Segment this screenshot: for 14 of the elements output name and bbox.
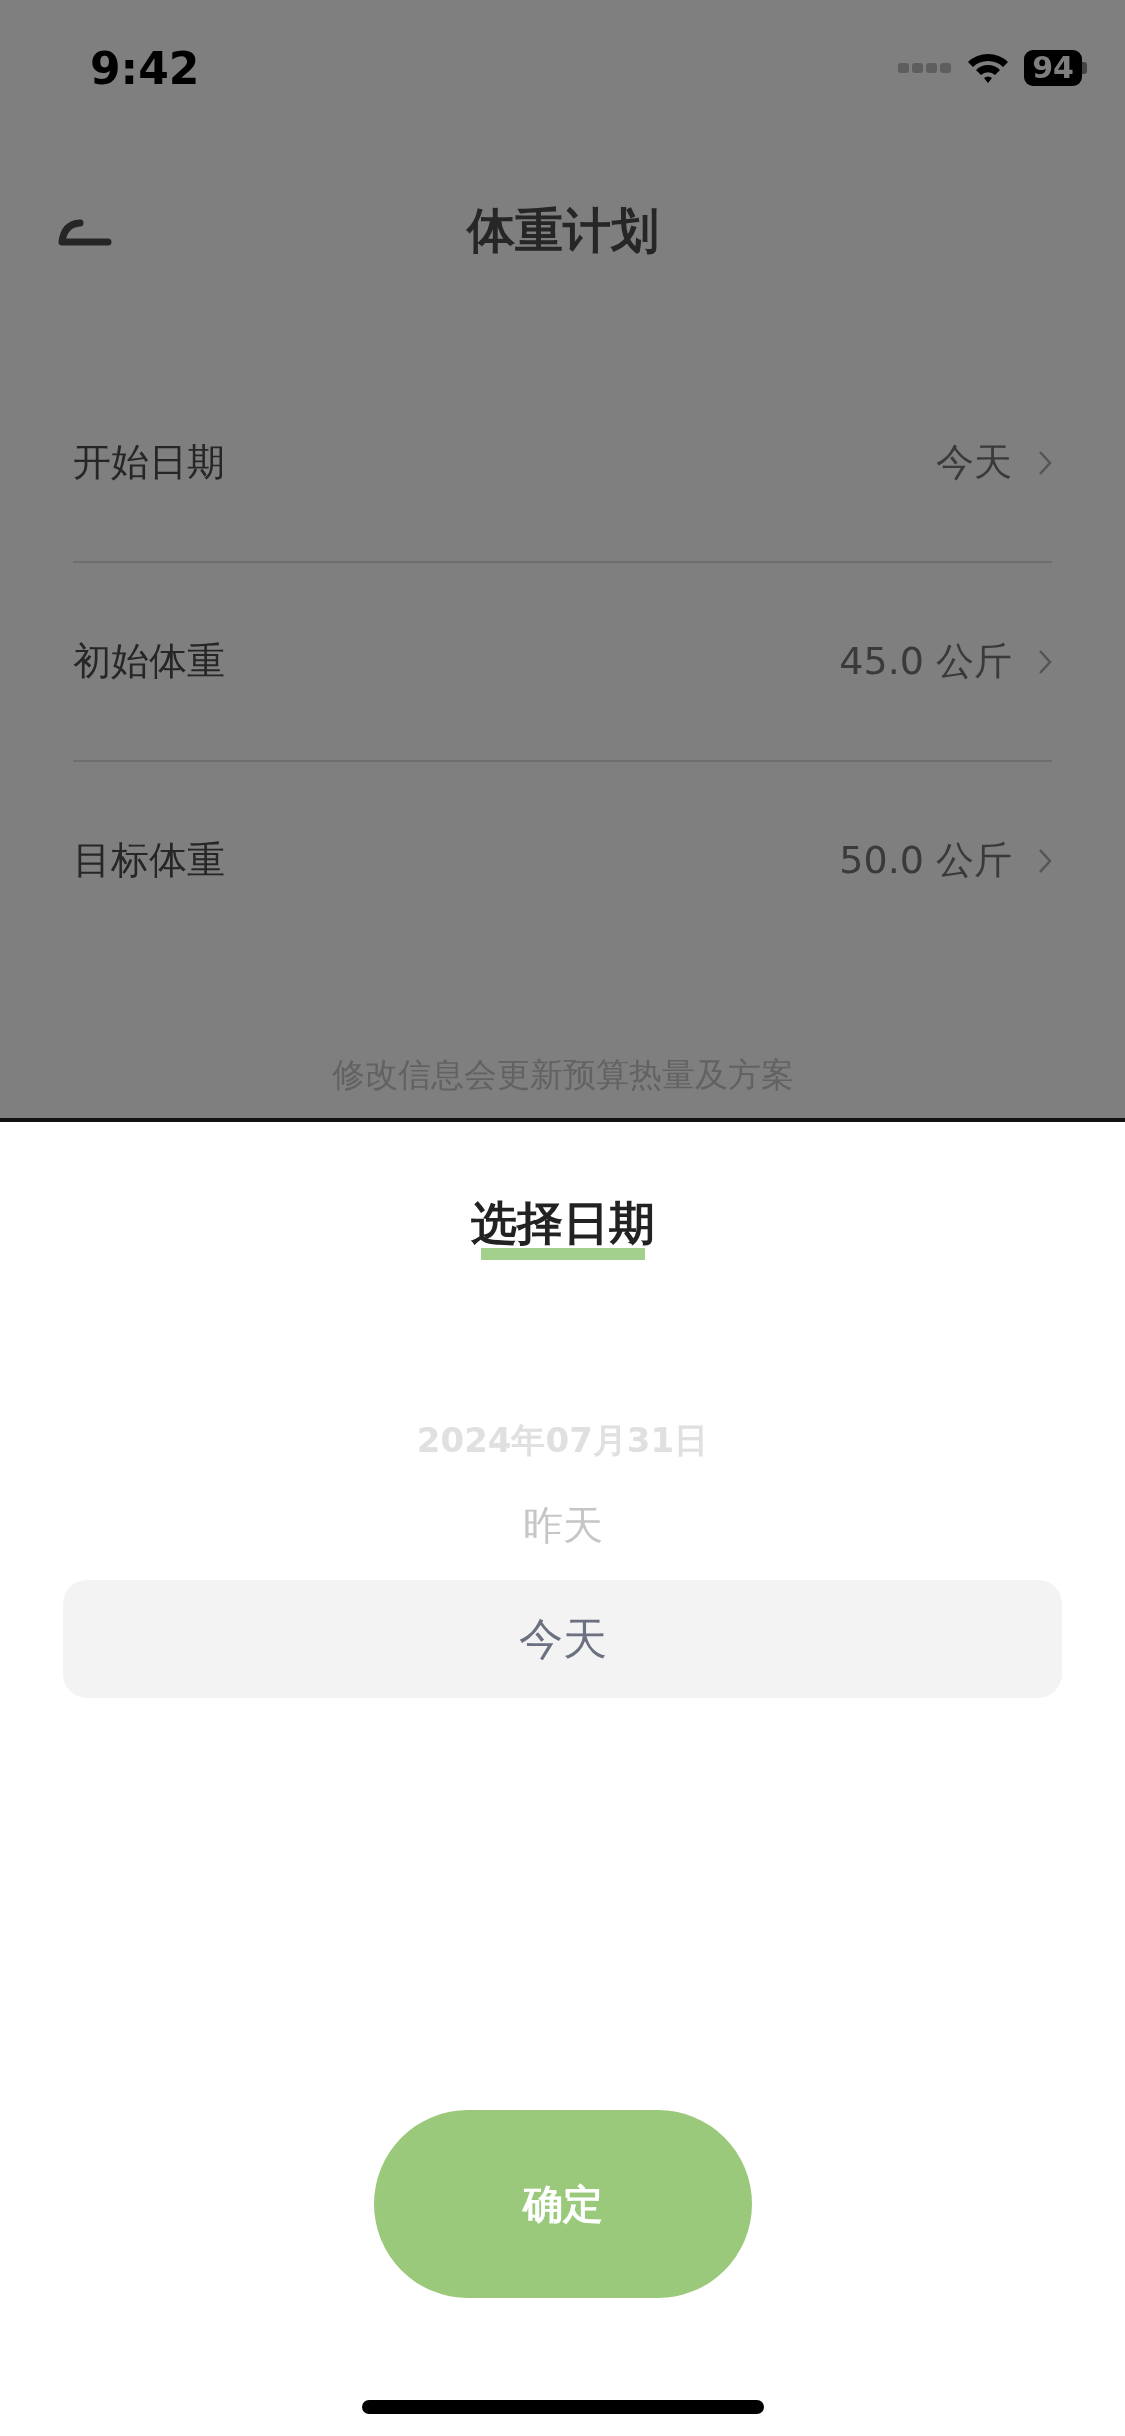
settings-row[interactable]: 目标体重 50.0 公斤	[73, 762, 1052, 959]
chevron-icon	[1038, 847, 1052, 874]
confirm-button[interactable]: 确定	[373, 2110, 752, 2298]
settings-row[interactable]: 初始体重 45.0 公斤	[73, 563, 1052, 762]
chevron-icon	[1038, 449, 1052, 476]
status-time: 9:42	[90, 42, 200, 94]
chevron-icon	[1038, 648, 1052, 675]
wifi-icon	[966, 51, 1011, 85]
settings-row[interactable]: 开始日期 今天	[73, 364, 1052, 563]
sheet-title: 选择日期	[470, 1198, 655, 1248]
back-icon[interactable]	[56, 218, 112, 246]
signal-icon	[898, 61, 953, 75]
page-title: 体重计划	[466, 201, 659, 260]
date-option[interactable]: 今天	[63, 1580, 1062, 1698]
